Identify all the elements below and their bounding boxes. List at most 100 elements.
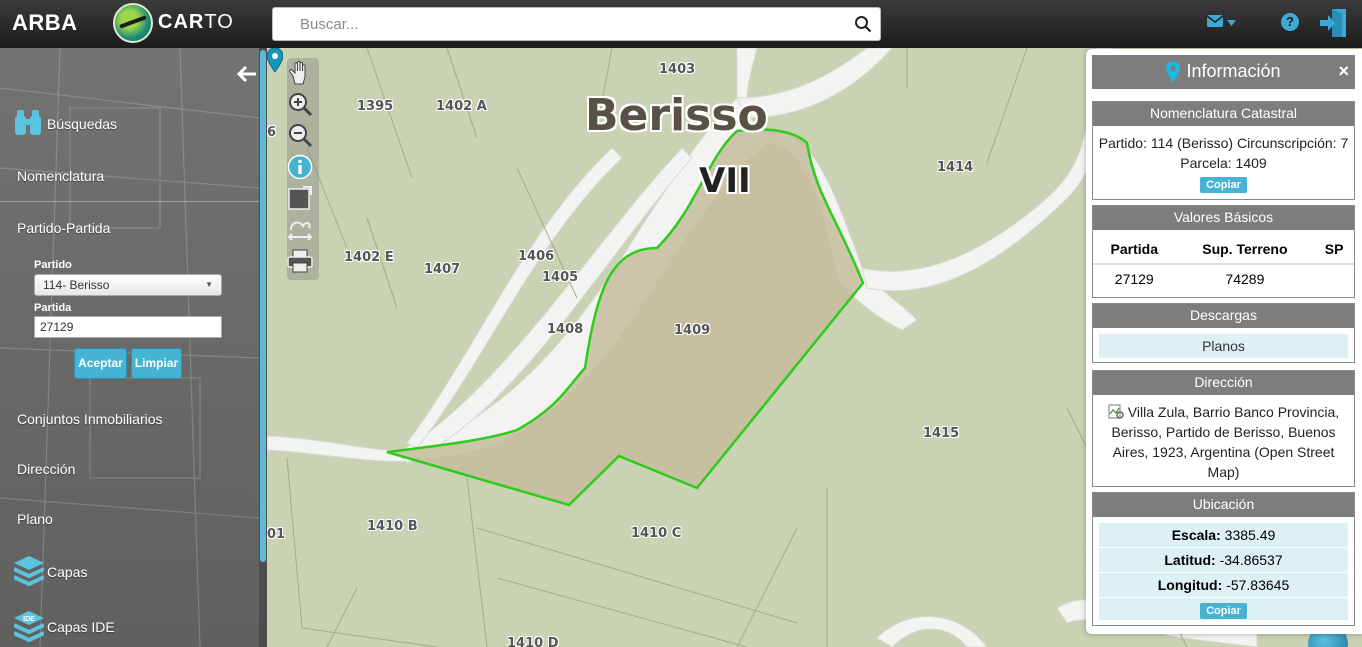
map-document-icon[interactable] — [1108, 404, 1124, 419]
parcel-label: 1406 — [518, 249, 555, 264]
partida-input[interactable]: 27129 — [34, 316, 222, 338]
sidebar-item-capas[interactable]: Capas — [47, 564, 87, 580]
info-panel-header: Información × — [1092, 55, 1355, 89]
parcel-label: 1403 — [659, 62, 696, 77]
sidebar-item-plano[interactable]: Plano — [17, 511, 53, 527]
caret-down-icon — [1227, 20, 1236, 26]
ubicacion-body: Escala: 3385.49 Latitud: -34.86537 Longi… — [1099, 523, 1348, 620]
zoom-in-icon[interactable] — [287, 91, 313, 117]
binoculars-icon — [15, 110, 41, 135]
sidebar-scrollbar-thumb[interactable] — [260, 50, 266, 562]
parcel-label: 01 — [267, 527, 286, 542]
parcel-label: 1409 — [674, 323, 711, 338]
aceptar-button[interactable]: Aceptar — [74, 348, 127, 379]
nomenclatura-line1: Partido: 114 (Berisso) Circunscripción: … — [1098, 135, 1349, 151]
partido-select-value: 114- Berisso — [43, 278, 110, 292]
direccion-section: Dirección Villa Zula, Barrio Banco Provi… — [1092, 370, 1355, 487]
longitud-value: -57.83645 — [1226, 577, 1290, 593]
escala-value: 3385.49 — [1224, 527, 1276, 543]
nomenclatura-body: Partido: 114 (Berisso) Circunscripción: … — [1093, 126, 1354, 193]
search-icon[interactable] — [854, 15, 872, 33]
close-icon[interactable]: × — [1338, 55, 1349, 87]
parcel-label: 1395 — [357, 99, 394, 114]
longitud-label: Longitud: — [1157, 577, 1223, 593]
print-icon[interactable] — [287, 248, 313, 274]
sidebar-item-capas-ide[interactable]: Capas IDE — [47, 619, 115, 635]
parcel-label: 1410 B — [367, 519, 418, 534]
layers-icon — [14, 556, 44, 587]
parcel-label: 6 — [267, 125, 277, 140]
pan-hand-icon[interactable] — [287, 60, 313, 86]
town-label: Berisso — [585, 90, 768, 141]
map-toolbar — [287, 58, 319, 280]
carto-logo: CARTO — [158, 11, 234, 34]
latitud-row: Latitud: -34.86537 — [1099, 548, 1348, 573]
sidebar: Búsquedas Nomenclatura Partido-Partida P… — [0, 48, 267, 647]
planos-link[interactable]: Planos — [1099, 334, 1348, 358]
circunscripcion-label: VII — [699, 161, 751, 201]
valores-basicos-header: Valores Básicos — [1093, 206, 1354, 230]
latitud-label: Latitud: — [1164, 552, 1216, 568]
copy-nomenclatura-button[interactable]: Copiar — [1200, 177, 1247, 193]
column-header: Partida — [1093, 230, 1176, 265]
escala-label: Escala: — [1171, 527, 1221, 543]
nomenclatura-header: Nomenclatura Catastral — [1093, 102, 1354, 126]
parcel-label: 1410 D — [507, 636, 559, 647]
parcel-label: 1408 — [547, 322, 584, 337]
ide-badge: IDE — [23, 616, 35, 623]
partido-label: Partido — [34, 259, 72, 271]
nomenclatura-line2: Parcela: 1409 — [1180, 155, 1267, 171]
carto-logo-main: CAR — [158, 11, 205, 33]
search-box — [272, 7, 881, 41]
sidebar-divider — [0, 201, 259, 202]
sidebar-item-nomenclatura[interactable]: Nomenclatura — [17, 168, 104, 184]
info-icon[interactable] — [287, 154, 313, 180]
table-header-row: Partida Sup. Terreno SP — [1093, 230, 1354, 265]
mail-icon — [1207, 15, 1223, 27]
collapse-sidebar-icon[interactable] — [236, 64, 258, 84]
ubicacion-section: Ubicación Escala: 3385.49 Latitud: -34.8… — [1092, 492, 1355, 626]
direccion-header: Dirección — [1093, 371, 1354, 395]
help-icon[interactable]: ? — [1281, 13, 1299, 31]
copy-ubicacion-button[interactable]: Copiar — [1200, 603, 1247, 619]
layers-ide-icon: IDE — [14, 611, 44, 643]
zoom-box-icon[interactable] — [287, 185, 313, 211]
arba-logo: ARBA — [12, 10, 78, 35]
logout-icon[interactable] — [1318, 8, 1350, 38]
sidebar-item-partido-partida[interactable]: Partido-Partida — [17, 220, 110, 236]
partida-label: Partida — [34, 302, 72, 314]
parcel-label: 1410 C — [631, 526, 682, 541]
partido-select[interactable]: 114- Berisso ▼ — [34, 274, 222, 296]
valores-basicos-section: Valores Básicos Partida Sup. Terreno SP … — [1092, 205, 1355, 298]
info-panel: Información × Nomenclatura Catastral Par… — [1086, 49, 1362, 634]
direccion-text: Villa Zula, Barrio Banco Provincia, Beri… — [1111, 404, 1340, 480]
table-cell — [1314, 264, 1354, 293]
mail-button[interactable] — [1207, 13, 1243, 33]
measure-icon[interactable] — [287, 216, 313, 242]
descargas-section: Descargas Planos — [1092, 303, 1355, 363]
carto-logo-tail: TO — [204, 11, 234, 33]
chevron-down-icon: ▼ — [205, 280, 213, 289]
column-header: SP — [1314, 230, 1354, 265]
parcel-label: 1405 — [542, 270, 579, 285]
carto-globe-icon — [113, 3, 153, 43]
longitud-row: Longitud: -57.83645 — [1099, 573, 1348, 598]
limpiar-button[interactable]: Limpiar — [131, 348, 182, 379]
parcel-label: 1407 — [424, 262, 461, 277]
nomenclatura-section: Nomenclatura Catastral Partido: 114 (Ber… — [1092, 101, 1355, 200]
column-header: Sup. Terreno — [1175, 230, 1315, 265]
sidebar-item-conjuntos[interactable]: Conjuntos Inmobiliarios — [17, 411, 163, 427]
search-input[interactable] — [274, 9, 844, 39]
parcel-label: 1402 A — [436, 99, 487, 114]
valores-basicos-table: Partida Sup. Terreno SP 27129 74289 — [1093, 230, 1354, 293]
sidebar-item-busquedas[interactable]: Búsquedas — [47, 116, 117, 132]
sidebar-item-direccion[interactable]: Dirección — [17, 461, 75, 477]
latitud-value: -34.86537 — [1219, 552, 1283, 568]
parcel-label: 1414 — [937, 160, 974, 175]
descargas-header: Descargas — [1093, 304, 1354, 328]
top-bar: ARBA CARTO ? — [0, 0, 1362, 48]
escala-row: Escala: 3385.49 — [1099, 523, 1348, 548]
map-pin-icon[interactable] — [267, 48, 283, 72]
parcel-label: 1402 E — [344, 250, 394, 265]
zoom-out-icon[interactable] — [287, 122, 313, 148]
